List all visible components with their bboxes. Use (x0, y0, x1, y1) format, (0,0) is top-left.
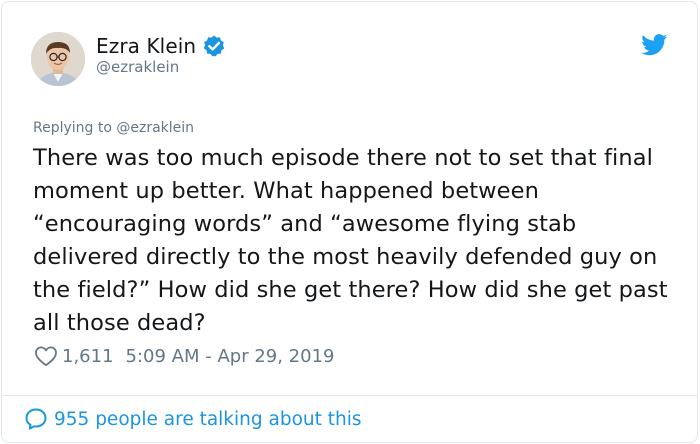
author-name[interactable]: Ezra Klein (96, 34, 196, 58)
author-handle[interactable]: @ezraklein (96, 58, 179, 76)
twitter-bird-icon[interactable] (641, 34, 668, 56)
tweet-meta: 1,611 5:09 AM - Apr 29, 2019 (34, 344, 334, 368)
heart-icon[interactable] (34, 345, 58, 367)
verified-badge-icon (202, 34, 226, 58)
speech-bubble-icon (24, 407, 48, 431)
timestamp[interactable]: 5:09 AM - Apr 29, 2019 (126, 346, 335, 367)
reply-context[interactable]: Replying to @ezraklein (33, 120, 194, 136)
tweet-text: There was too much episode there not to … (33, 145, 668, 336)
avatar[interactable] (31, 32, 85, 86)
divider (1, 395, 698, 396)
like-count[interactable]: 1,611 (62, 346, 114, 367)
talking-text[interactable]: 955 people are talking about this (54, 409, 362, 430)
conversation-link[interactable]: 955 people are talking about this (24, 405, 362, 433)
author-name-row[interactable]: Ezra Klein (96, 34, 226, 58)
